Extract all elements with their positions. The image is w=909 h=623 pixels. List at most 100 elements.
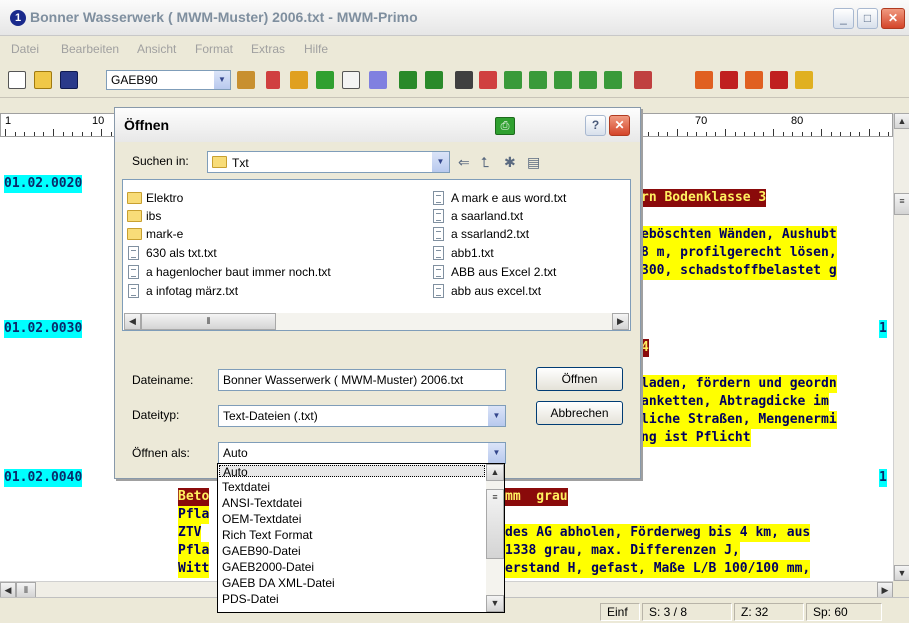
filetype-select[interactable]: Text-Dateien (.txt) ▼ (218, 405, 506, 427)
scroll-down-icon[interactable]: ▼ (486, 595, 504, 612)
dropdown-option[interactable]: OEM-Textdatei (219, 513, 485, 525)
doc-line: laden, fördern und geordn (641, 375, 837, 393)
new-folder-icon[interactable]: ✱ (504, 154, 516, 171)
doc-line: 1338 grau, max. Differenzen J, (505, 542, 740, 560)
dialog-close-button[interactable]: ✕ (609, 115, 630, 136)
scroll-thumb[interactable]: ⦀ (141, 313, 276, 330)
status-page: S: 3 / 8 (642, 603, 732, 621)
quantity-badge: 1 (879, 469, 887, 487)
tool-12-icon[interactable] (795, 71, 813, 89)
scroll-left-icon[interactable]: ◀ (0, 582, 16, 598)
doc-line: Pfla (178, 542, 210, 560)
scroll-thumb[interactable]: ≡ (486, 489, 504, 559)
dropdown-option[interactable]: Textdatei (219, 481, 485, 493)
tool-9-icon[interactable] (720, 71, 738, 89)
insert-position-icon[interactable] (290, 71, 308, 89)
help-button[interactable]: ? (585, 115, 606, 136)
window-title: Bonner Wasserwerk ( MWM-Muster) 2006.txt… (30, 9, 418, 25)
scroll-up-icon[interactable]: ▲ (894, 113, 909, 129)
look-in-select[interactable]: Txt ▼ (207, 151, 450, 173)
dropdown-option[interactable]: Rich Text Format (219, 529, 485, 541)
dropdown-option[interactable]: PDS-Datei (219, 593, 485, 605)
toolbar: GAEB90 ▼ (0, 62, 909, 98)
tool-8-icon[interactable] (695, 71, 713, 89)
title-bar: 1 Bonner Wasserwerk ( MWM-Muster) 2006.t… (0, 0, 909, 36)
tool-10-icon[interactable] (745, 71, 763, 89)
filetype-label: Dateityp: (132, 408, 180, 422)
scroll-thumb[interactable]: ≡ (894, 193, 909, 215)
filetype-value: Text-Dateien (.txt) (223, 409, 318, 423)
up-folder-icon[interactable]: ⮤ (481, 154, 489, 171)
tool-6-icon[interactable] (604, 71, 622, 89)
scroll-up-icon[interactable]: ▲ (486, 464, 504, 481)
doc-line: Witt (178, 560, 210, 578)
menu-extras[interactable]: Extras (251, 42, 285, 56)
save-icon[interactable] (60, 71, 78, 89)
tool-1-icon[interactable] (479, 71, 497, 89)
scroll-right-icon[interactable]: ▶ (877, 582, 893, 598)
menu-bearbeiten[interactable]: Bearbeiten (61, 42, 119, 56)
doc-line: ng ist Pflicht (641, 429, 751, 447)
tool-2-icon[interactable] (504, 71, 522, 89)
paste-icon[interactable] (425, 71, 443, 89)
ruler-number: 80 (791, 115, 804, 127)
print-icon[interactable]: ⎙ (495, 117, 515, 135)
scroll-thumb[interactable]: ⦀ (16, 582, 36, 598)
ruler-tick (744, 132, 746, 136)
new-file-icon[interactable] (8, 71, 26, 89)
dropdown-option[interactable]: GAEB90-Datei (219, 545, 485, 557)
look-in-value: Txt (232, 156, 249, 170)
check-document-icon[interactable] (342, 71, 360, 89)
folder-icon (127, 210, 142, 222)
tool-5-icon[interactable] (579, 71, 597, 89)
filename-field[interactable]: Bonner Wasserwerk ( MWM-Muster) 2006.txt (218, 369, 506, 391)
maximize-button[interactable]: □ (857, 8, 878, 29)
tool-11-icon[interactable] (770, 71, 788, 89)
format-select[interactable]: GAEB90 ▼ (106, 70, 231, 90)
minimize-button[interactable]: _ (833, 8, 854, 29)
view-menu-icon[interactable]: ▤ (527, 154, 540, 171)
open-folder-icon[interactable] (34, 71, 52, 89)
dialog-title-bar: Öffnen ⎙ ? ✕ (115, 108, 640, 142)
scroll-left-icon[interactable]: ◀ (124, 313, 141, 330)
ruler-tick (715, 132, 717, 136)
dropdown-option[interactable]: GAEB2000-Datei (219, 561, 485, 573)
ruler-tick (5, 129, 6, 136)
back-icon[interactable]: ⇐ (458, 154, 470, 171)
tool-7-icon[interactable] (634, 71, 652, 89)
tool-3-icon[interactable] (529, 71, 547, 89)
table-icon[interactable] (237, 71, 255, 89)
percent-icon[interactable] (266, 71, 280, 89)
file-list[interactable]: Elektro ibs mark-e 630 als txt.txt a hag… (122, 179, 631, 331)
menu-format[interactable]: Format (195, 42, 233, 56)
dropdown-option[interactable]: ANSI-Textdatei (219, 497, 485, 509)
dropdown-option[interactable]: GAEB DA XML-Datei (219, 577, 485, 589)
openas-select[interactable]: Auto ▼ (218, 442, 506, 464)
menu-hilfe[interactable]: Hilfe (304, 42, 328, 56)
list-icon[interactable] (316, 71, 334, 89)
cancel-button[interactable]: Abbrechen (536, 401, 623, 425)
ruler-tick (840, 132, 842, 136)
sum-icon[interactable] (455, 71, 473, 89)
status-column: Z: 32 (734, 603, 804, 621)
spellcheck-icon[interactable] (369, 71, 387, 89)
openas-dropdown-list[interactable]: Auto Textdatei ANSI-Textdatei OEM-Textda… (217, 463, 505, 613)
doc-line: 4 (641, 339, 649, 357)
status-sp: Sp: 60 (806, 603, 882, 621)
ruler-tick (830, 132, 832, 136)
menu-ansicht[interactable]: Ansicht (137, 42, 176, 56)
vertical-scrollbar[interactable]: ▲ ≡ ▼ (893, 113, 909, 581)
scroll-down-icon[interactable]: ▼ (894, 565, 909, 581)
ruler-tick (657, 132, 659, 136)
openas-value: Auto (223, 446, 248, 460)
dropdown-scrollbar[interactable]: ▲ ≡ ▼ (486, 464, 504, 612)
tool-4-icon[interactable] (554, 71, 572, 89)
scroll-right-icon[interactable]: ▶ (612, 313, 629, 330)
text-file-icon (433, 265, 444, 279)
menu-datei[interactable]: Datei (11, 42, 39, 56)
open-button[interactable]: Öffnen (536, 367, 623, 391)
file-list-scrollbar[interactable]: ◀ ⦀ ▶ (124, 313, 629, 330)
copy-icon[interactable] (399, 71, 417, 89)
close-button[interactable]: ✕ (881, 8, 905, 29)
dropdown-option[interactable]: Auto (219, 465, 485, 478)
